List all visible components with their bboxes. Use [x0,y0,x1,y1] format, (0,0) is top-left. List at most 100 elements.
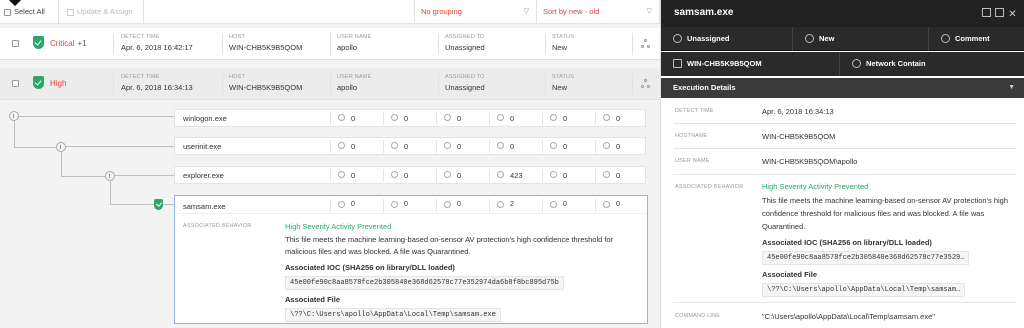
chevron-down-icon: ▽ [646,8,652,15]
user-icon [673,34,682,43]
status-column: STATUS New [552,74,575,92]
detection-row-selected[interactable]: High DETECT TIME Apr. 6, 2018 16:34:13 H… [0,68,660,100]
process-row[interactable]: explorer.exe 0 0 0 423 0 0 [174,166,646,184]
process-row[interactable]: winlogon.exe 0 0 0 0 0 0 [174,109,646,127]
tree-connector [110,204,154,205]
disk-icon [444,142,451,149]
detections-pane: Select All Update & Assign No grouping ▽… [0,0,660,328]
user-name-label: USER NAME [675,158,710,164]
process-row-header[interactable]: samsam.exe 0 0 0 2 0 0 [175,196,647,214]
select-all-checkbox[interactable]: Select All [4,0,45,24]
network-icon [338,142,345,149]
action-bar-host: WIN-CHB5K9B5QOM Network Contain [661,52,1024,76]
divider [113,73,114,95]
hostname-label: HOSTNAME [675,133,708,139]
behavior-description: This file meets the machine learning-bas… [285,235,614,256]
sort-dropdown[interactable]: Sort by new - old ▽ [536,0,660,24]
file-search-icon [497,142,504,149]
chevron-down-icon: ▽ [523,8,529,15]
disk-icon [444,201,451,208]
close-icon[interactable]: ✕ [1008,10,1017,20]
network-icon [338,171,345,178]
hostname-value[interactable]: WIN-CHB5K9B5QOM [762,132,835,141]
execution-details-header[interactable]: Execution Details ▼ [661,78,1024,98]
process-node-icon[interactable] [56,142,66,152]
process-tree-icon[interactable] [641,79,651,89]
ioc-hash-value[interactable]: 45e00fe90c8aa8578fce2b305840e368d62578c7… [285,276,564,290]
copy-icon[interactable] [995,8,1004,17]
grouping-dropdown[interactable]: No grouping ▽ [414,0,536,24]
tree-connector [14,121,15,148]
divider [222,33,223,55]
disk-icon [444,114,451,121]
edit-icon [67,8,74,16]
chevron-down-icon[interactable]: ▼ [1008,78,1015,98]
divider [113,33,114,55]
detail-panel-header: samsam.exe ✕ [661,0,1024,27]
row-checkbox[interactable] [12,80,19,87]
process-row-expanded[interactable]: samsam.exe 0 0 0 2 0 0 ASSOCIATED BEHAVI… [174,195,648,324]
divider [632,33,633,55]
divider [438,73,439,95]
detail-panel: samsam.exe ✕ Unassigned New Comment WIN-… [660,0,1024,328]
associated-behavior-label: ASSOCIATED BEHAVIOR [183,223,252,229]
process-row[interactable]: userinit.exe 0 0 0 0 0 0 [174,137,646,155]
command-line-value[interactable]: "C:\Users\apollo\AppData\Local\Temp\sams… [762,312,935,321]
host-button[interactable]: WIN-CHB5K9B5QOM [661,52,839,76]
shield-icon[interactable] [154,199,163,210]
dns-icon [391,142,398,149]
computer-icon [673,59,682,68]
behavior-details: High Severity Activity Prevented This fi… [762,182,1014,297]
file-path-value[interactable]: \??\C:\Users\apollo\AppData\Local\Temp\s… [285,308,501,322]
refresh-icon [805,34,814,43]
behavior-title[interactable]: High Severity Activity Prevented [762,182,1014,191]
update-assign-button[interactable]: Update & Assign [58,0,144,24]
shield-icon [852,59,861,68]
shield-icon [33,36,44,49]
behavior-title[interactable]: High Severity Activity Prevented [285,222,640,231]
tree-connector [163,204,174,205]
plus-icon [941,34,950,43]
tree-connector [115,175,174,176]
row-checkbox[interactable] [12,40,19,47]
phone-icon [603,201,610,208]
tree-connector [61,176,105,177]
file-search-icon [497,171,504,178]
dns-icon [391,171,398,178]
checkbox-icon[interactable] [4,8,11,16]
detection-row[interactable]: Critical +1 DETECT TIME Apr. 6, 2018 16:4… [0,28,660,60]
status-column: STATUS New [552,34,575,52]
process-node-icon[interactable] [105,171,115,181]
assigned-column: ASSIGNED TO Unassigned [445,34,485,52]
host-column: HOST WIN-CHB5K9B5QOM [229,74,303,92]
comment-button[interactable]: Comment [928,27,1024,51]
severity-extra-count: +1 [77,39,87,48]
detect-time-column: DETECT TIME Apr. 6, 2018 16:42:17 [121,34,193,52]
detect-time-label: DETECT TIME [675,108,714,114]
divider [438,33,439,55]
divider [632,73,633,95]
registry-icon [550,114,557,121]
network-icon [338,201,345,208]
phone-icon [603,114,610,121]
file-path-value[interactable]: \??\C:\Users\apollo\AppData\Local\Temp\s… [762,283,966,297]
ioc-hash-value[interactable]: 45e00fe90c8aa8578fce2b305840e368d62578c7… [762,251,970,265]
tree-connector [66,146,174,147]
process-node-icon[interactable] [9,111,19,121]
user-column: USER NAME apollo [337,34,372,52]
action-bar: Unassigned New Comment [661,27,1024,51]
process-tree-icon[interactable] [641,39,651,49]
network-contain-button[interactable]: Network Contain [839,52,1024,76]
search-icon[interactable] [982,8,991,17]
assigned-column: ASSIGNED TO Unassigned [445,74,485,92]
divider [330,73,331,95]
file-label: Associated File [285,295,341,304]
behavior-description: This file meets the machine learning-bas… [762,196,1009,231]
assign-button[interactable]: Unassigned [661,27,792,51]
divider [545,33,546,55]
associated-behavior-label: ASSOCIATED BEHAVIOR [675,184,744,190]
host-column: HOST WIN-CHB5K9B5QOM [229,34,303,52]
toolbar: Select All Update & Assign No grouping ▽… [0,0,660,24]
status-button[interactable]: New [792,27,928,51]
ioc-label: Associated IOC (SHA256 on library/DLL lo… [762,238,932,247]
